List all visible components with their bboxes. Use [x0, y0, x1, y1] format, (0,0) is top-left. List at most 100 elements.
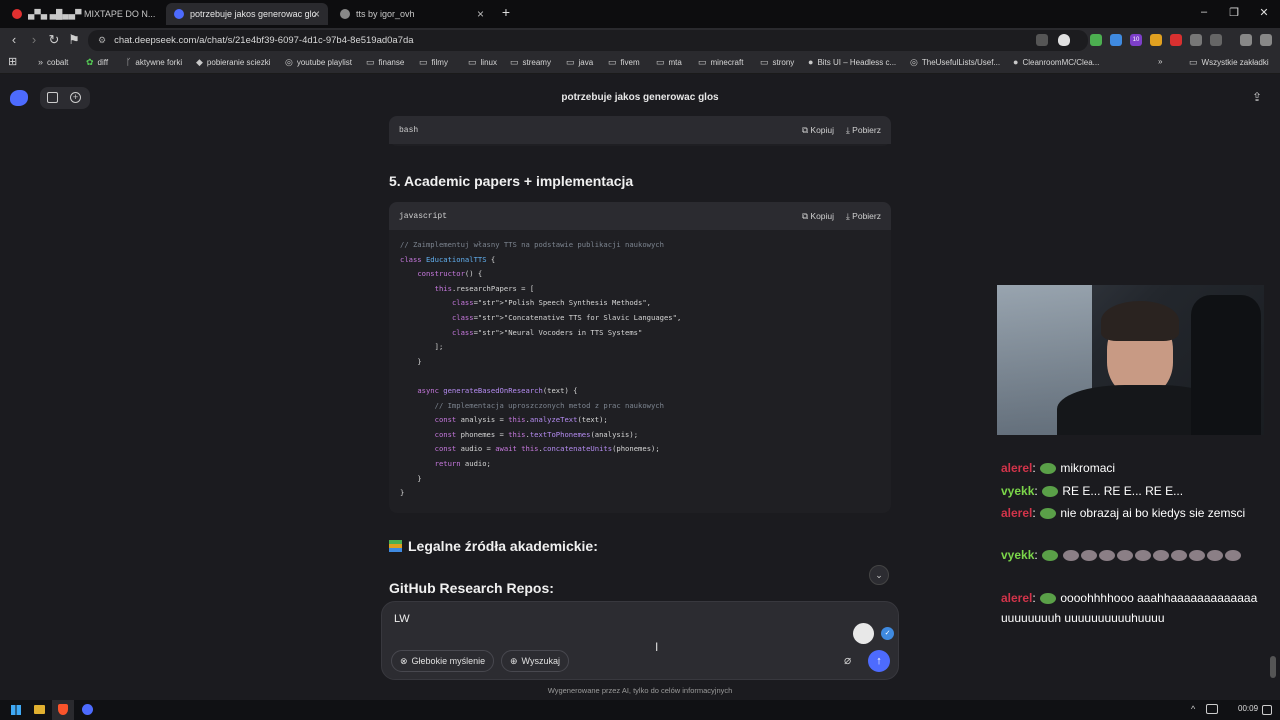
bookmark-item[interactable]: ✿ diff: [86, 57, 108, 68]
brave-taskbar-button[interactable]: [52, 700, 74, 720]
bookmark-folder[interactable]: ▭ filmy: [419, 57, 448, 68]
more-bookmarks-icon[interactable]: »: [1158, 57, 1162, 66]
chair: [1191, 295, 1261, 435]
scroll-down-icon[interactable]: ⌄: [869, 565, 889, 585]
bookmark-folder[interactable]: ▭ strony: [760, 57, 794, 68]
code-line: constructor() {: [417, 269, 483, 279]
bookmark-folder[interactable]: ▭ linux: [468, 57, 497, 68]
tab-deepseek[interactable]: potrzebuje jakos generowac glo ×: [166, 3, 328, 25]
bookmarks-bar: ⊞ » cobalt ✿ diff ᚴ aktywne forki ◆ pobieran…: [0, 53, 1280, 74]
bookmark-folder[interactable]: ▭ streamy: [510, 57, 551, 68]
forward-icon[interactable]: ›: [26, 32, 42, 47]
chat-message: alerel: nie obrazaj ai bo kiedys sie zem…: [1001, 506, 1246, 520]
code-line: const phonemes = this.textToPhonemes(ana…: [434, 429, 639, 439]
bookmark-folder[interactable]: ▭ java: [566, 57, 593, 68]
pepe-emote-icon: [1040, 593, 1057, 605]
code-header: bash ⧉ Kopiuj ⤓ Pobierz: [389, 116, 891, 144]
tray-overflow-icon[interactable]: ^: [1191, 704, 1195, 714]
code-line: ];: [400, 342, 444, 352]
download-button[interactable]: ⤓ Pobierz: [846, 125, 881, 136]
rat-emote-icon: [1153, 550, 1170, 562]
send-button[interactable]: ↑: [868, 650, 890, 672]
share-icon[interactable]: [1036, 34, 1048, 46]
file-explorer-icon[interactable]: [34, 705, 45, 714]
close-window-button[interactable]: ✕: [1254, 6, 1274, 19]
new-tab-button[interactable]: +: [496, 4, 516, 20]
extension-icon[interactable]: [1150, 34, 1162, 46]
windows-start-icon[interactable]: [11, 705, 21, 715]
address-bar[interactable]: ⚙ chat.deepseek.com/a/chat/s/21e4bf39-60…: [88, 30, 1088, 51]
webcam-overlay: [997, 285, 1264, 435]
restore-button[interactable]: ❐: [1224, 6, 1244, 19]
bookmark-folder[interactable]: ▭ fivem: [608, 57, 640, 68]
tab-strip: ▄▀▄ ▄█▄▄▀ MIXTAPE DO N... potrzebuje jak…: [0, 0, 1280, 28]
code-line: this.researchPapers = [: [434, 283, 535, 293]
message-input[interactable]: LW: [394, 613, 410, 625]
extension-badge-icon[interactable]: 10: [1130, 34, 1142, 46]
scrollbar-thumb[interactable]: [1270, 656, 1276, 678]
pepe-emote-icon: [1040, 508, 1057, 520]
assistant-extension-icon[interactable]: [853, 623, 874, 644]
extension-icon[interactable]: [1170, 34, 1182, 46]
attach-icon[interactable]: ⌀: [844, 653, 851, 667]
chat-title: potrzebuje jakos generowac glos: [561, 92, 719, 103]
folder-icon: ▭: [566, 57, 575, 67]
rat-emote-icon: [1099, 550, 1116, 562]
chat-message: vyekk:: [1001, 545, 1261, 565]
deepseek-taskbar-icon[interactable]: [82, 704, 93, 715]
bookmark-icon[interactable]: ⚑: [66, 32, 82, 48]
deepseek-icon: [174, 9, 184, 19]
bookmark-item[interactable]: ᚴ aktywne forki: [126, 57, 182, 67]
brave-shield-icon[interactable]: [1058, 34, 1070, 46]
books-icon: [389, 540, 402, 552]
bookmark-item[interactable]: ● CleanroomMC/Clea...: [1013, 57, 1099, 67]
code-line: }: [400, 488, 405, 498]
bookmark-item[interactable]: ◆ pobieranie sciezki: [196, 57, 271, 68]
bookmark-item[interactable]: ● Bits UI – Headless c...: [808, 57, 896, 67]
share-icon[interactable]: ⇪: [1252, 90, 1262, 104]
media-icon[interactable]: [1240, 34, 1252, 46]
bookmark-folder[interactable]: ▭ finanse: [366, 57, 404, 68]
close-tab-icon[interactable]: ×: [477, 7, 484, 21]
code-block-javascript: javascript ⧉ Kopiuj ⤓ Pobierz // Zaimple…: [389, 202, 891, 513]
folder-icon: ▭: [1189, 57, 1198, 67]
back-icon[interactable]: ‹: [6, 32, 22, 47]
taskbar: ^ ◀) 00:09: [0, 700, 1280, 720]
section-heading-legal: Legalne źródła akademickie:: [389, 538, 598, 554]
bookmark-item[interactable]: ◎ youtube playlist: [285, 57, 352, 68]
close-tab-icon[interactable]: ×: [313, 7, 320, 21]
bookmark-item[interactable]: » cobalt: [38, 57, 68, 67]
bookmark-folder[interactable]: ▭ mta: [656, 57, 682, 68]
sidebar-icon[interactable]: [1210, 34, 1222, 46]
download-icon: ◆: [196, 57, 203, 67]
extensions-puzzle-icon[interactable]: [1190, 34, 1202, 46]
menu-icon[interactable]: [1260, 34, 1272, 46]
copy-button[interactable]: ⧉ Kopiuj: [802, 125, 834, 136]
apps-icon[interactable]: ⊞: [8, 55, 17, 68]
minimize-button[interactable]: –: [1194, 6, 1214, 18]
search-button[interactable]: ⊕ Wyszukaj: [501, 650, 569, 672]
bookmark-folder[interactable]: ▭ minecraft: [698, 57, 743, 68]
download-button[interactable]: ⤓ Pobierz: [846, 211, 881, 222]
extension-icon[interactable]: [1090, 34, 1102, 46]
copy-button[interactable]: ⧉ Kopiuj: [802, 211, 834, 222]
extension-icon[interactable]: [1110, 34, 1122, 46]
tab-mixtape[interactable]: ▄▀▄ ▄█▄▄▀ MIXTAPE DO N...: [4, 3, 164, 25]
check-icon[interactable]: ✓: [881, 627, 894, 640]
ai-disclaimer: Wygenerowane przez AI, tylko do celów in…: [547, 686, 733, 695]
rat-emote-icon: [1135, 550, 1152, 562]
site-info-icon[interactable]: ⚙: [98, 35, 106, 46]
tab-tts[interactable]: tts by igor_ovh ×: [332, 3, 492, 25]
network-icon[interactable]: [1206, 704, 1218, 714]
brave-icon: [58, 704, 68, 715]
reload-icon[interactable]: ↻: [46, 32, 62, 48]
all-bookmarks-folder[interactable]: ▭ Wszystkie zakładki: [1189, 57, 1269, 68]
code-content: // Zaimplementuj własny TTS na podstawie…: [389, 230, 891, 509]
deep-think-button[interactable]: ⊗ Głebokie myślenie: [391, 650, 495, 672]
code-line: // Zaimplementuj własny TTS na podstawie…: [400, 240, 664, 249]
bookmark-item[interactable]: ◎ TheUsefulLists/Usef...: [910, 57, 1000, 68]
code-block-bash: bash ⧉ Kopiuj ⤓ Pobierz: [389, 116, 891, 146]
notifications-icon[interactable]: [1262, 705, 1272, 715]
pepe-emote-icon: [1042, 550, 1059, 562]
